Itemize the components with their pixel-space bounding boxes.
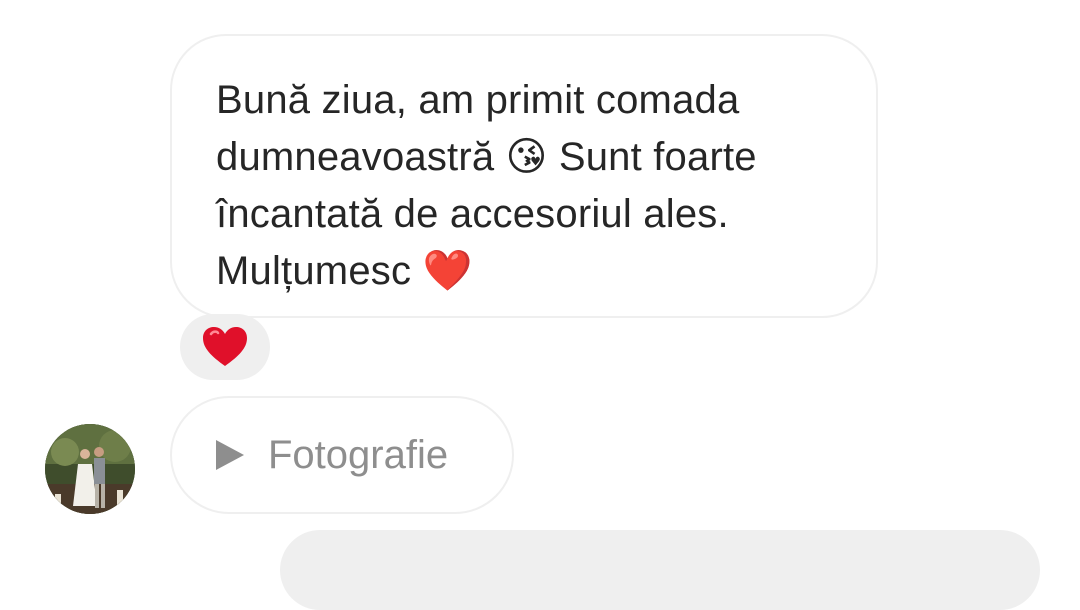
message-line-1: Bună ziua, am primit comada (216, 78, 740, 122)
message-text: Bună ziua, am primit comada dumneavoastră… (216, 72, 836, 300)
next-message-bubble[interactable] (280, 530, 1040, 610)
photo-label: Fotografie (268, 432, 449, 477)
photo-attachment-bubble[interactable]: Fotografie (170, 396, 514, 514)
received-message-bubble[interactable]: Bună ziua, am primit comada dumneavoastră… (170, 34, 878, 318)
avatar[interactable] (45, 424, 135, 514)
message-line-4: Mulțumesc ❤️ (216, 249, 473, 293)
heart-icon (203, 327, 247, 366)
avatar-image (45, 424, 135, 514)
message-reaction[interactable] (180, 314, 270, 380)
play-icon (216, 440, 244, 470)
message-line-2: dumneavoastră 😘 Sunt foarte (216, 135, 757, 179)
message-line-3: încantată de accesoriul ales. (216, 192, 729, 236)
